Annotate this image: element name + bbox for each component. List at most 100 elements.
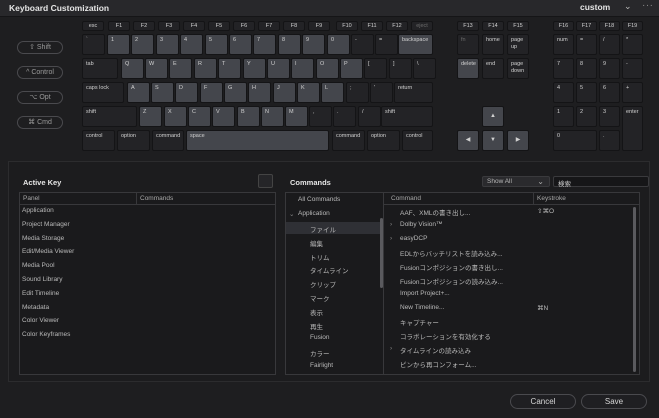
key-m[interactable]: M: [285, 106, 308, 127]
key-o[interactable]: O: [316, 58, 339, 79]
key-f7[interactable]: F7: [258, 21, 280, 31]
key-k[interactable]: K: [297, 82, 320, 103]
tree-item[interactable]: ファイル: [286, 222, 380, 234]
command-row[interactable]: EDLからバッチリストを読み込み...: [400, 248, 503, 258]
key-7[interactable]: 7: [253, 34, 276, 55]
tree-item[interactable]: Fairlight: [286, 360, 380, 372]
key-sym[interactable]: \: [413, 58, 436, 79]
key-f10[interactable]: F10: [336, 21, 358, 31]
key-option-left[interactable]: option: [117, 130, 150, 151]
key-5[interactable]: 5: [205, 34, 228, 55]
panel-row[interactable]: Color Keyframes: [22, 331, 70, 338]
key-sym[interactable]: /: [358, 106, 381, 127]
chevron-down-icon[interactable]: ⌄: [624, 1, 632, 12]
key-f8[interactable]: F8: [283, 21, 305, 31]
show-all-dropdown[interactable]: Show All ⌄: [482, 176, 550, 187]
key-d[interactable]: D: [175, 82, 198, 103]
command-row[interactable]: ピンから再コンフォーム...: [400, 359, 477, 369]
key-f5[interactable]: F5: [208, 21, 230, 31]
key-3[interactable]: 3: [156, 34, 179, 55]
key-f13[interactable]: F13: [457, 21, 479, 31]
key-sym[interactable]: ': [370, 82, 393, 103]
key-space[interactable]: space: [186, 130, 329, 151]
panel-row[interactable]: Edit/Media Viewer: [22, 248, 74, 255]
key-f3[interactable]: F3: [158, 21, 180, 31]
modifier-button-cmd[interactable]: ⌘ Cmd: [17, 116, 63, 129]
panel-row[interactable]: Application: [22, 207, 54, 214]
key-home[interactable]: home: [482, 34, 504, 55]
key-f11[interactable]: F11: [361, 21, 383, 31]
key-eject[interactable]: eject: [411, 21, 433, 31]
numpad-key-3[interactable]: 3: [599, 106, 620, 127]
key-sym[interactable]: ,: [309, 106, 332, 127]
key-z[interactable]: Z: [139, 106, 162, 127]
numpad-key-8[interactable]: 8: [576, 58, 597, 79]
key-command-right[interactable]: command: [332, 130, 365, 151]
key-q[interactable]: Q: [121, 58, 144, 79]
numpad-key-2[interactable]: 2: [576, 106, 597, 127]
key-v[interactable]: V: [212, 106, 235, 127]
chevron-right-icon[interactable]: ›: [390, 345, 392, 352]
panel-row[interactable]: Edit Timeline: [22, 290, 59, 297]
key-h[interactable]: H: [248, 82, 271, 103]
save-button[interactable]: Save: [581, 394, 647, 409]
key-i[interactable]: I: [291, 58, 314, 79]
key-fn[interactable]: fn: [457, 34, 479, 55]
key-t[interactable]: T: [218, 58, 241, 79]
cancel-button[interactable]: Cancel: [510, 394, 576, 409]
numpad-key-enter[interactable]: enter: [622, 106, 643, 151]
key-r[interactable]: R: [194, 58, 217, 79]
key-sym[interactable]: -: [351, 34, 374, 55]
key-x[interactable]: X: [164, 106, 187, 127]
command-row[interactable]: New Timeline...: [400, 304, 444, 311]
numpad-key-period[interactable]: .: [599, 130, 620, 151]
numpad-key-6[interactable]: 6: [599, 82, 620, 103]
numpad-key-1[interactable]: 1: [553, 106, 574, 127]
key-1[interactable]: 1: [107, 34, 130, 55]
commands-scrollbar[interactable]: [633, 207, 636, 372]
key-6[interactable]: 6: [229, 34, 252, 55]
tree-item[interactable]: カラー: [286, 346, 380, 358]
tree-item[interactable]: タイムライン: [286, 263, 380, 275]
command-row[interactable]: キャプチャー: [400, 317, 439, 327]
numpad-key-0[interactable]: 0: [553, 130, 597, 151]
numpad-key-sym[interactable]: -: [622, 58, 643, 79]
modifier-button-control[interactable]: ^ Control: [17, 66, 63, 79]
key-page-up[interactable]: page up: [507, 34, 529, 55]
command-row[interactable]: タイムラインの読み込み: [400, 345, 471, 355]
panel-row[interactable]: Sound Library: [22, 276, 62, 283]
numpad-key-num[interactable]: num: [553, 34, 574, 55]
key-sym[interactable]: .: [333, 106, 356, 127]
tree-item[interactable]: 編集: [286, 236, 380, 248]
key-delete[interactable]: delete: [457, 58, 479, 79]
chevron-right-icon[interactable]: ›: [390, 235, 392, 242]
key-control-left[interactable]: control: [82, 130, 115, 151]
key-f19[interactable]: F19: [622, 21, 643, 31]
key-backspace[interactable]: backspace: [398, 34, 433, 55]
numpad-key-sym[interactable]: /: [599, 34, 620, 55]
key-option-right[interactable]: option: [367, 130, 400, 151]
key-f14[interactable]: F14: [482, 21, 504, 31]
chevron-down-icon[interactable]: ⌄: [289, 210, 294, 218]
command-row[interactable]: Dolby Vision™: [400, 221, 443, 228]
key-f17[interactable]: F17: [576, 21, 597, 31]
panel-row[interactable]: Media Storage: [22, 235, 64, 242]
key-f15[interactable]: F15: [507, 21, 529, 31]
key-f[interactable]: F: [200, 82, 223, 103]
modifier-button-opt[interactable]: ⌥ Opt: [17, 91, 63, 104]
key-f12[interactable]: F12: [386, 21, 408, 31]
key-9[interactable]: 9: [302, 34, 325, 55]
tree-scrollbar[interactable]: [380, 218, 383, 288]
key-f16[interactable]: F16: [553, 21, 574, 31]
panel-row[interactable]: Project Manager: [22, 221, 70, 228]
key-command-left[interactable]: command: [152, 130, 184, 151]
key-g[interactable]: G: [224, 82, 247, 103]
command-row[interactable]: コラボレーションを有効化する: [400, 331, 491, 341]
key-f2[interactable]: F2: [133, 21, 155, 31]
command-row[interactable]: AAF、XMLの書き出し...: [400, 207, 470, 217]
key-tab[interactable]: tab: [82, 58, 118, 79]
key-j[interactable]: J: [273, 82, 296, 103]
tree-item[interactable]: Fusion: [286, 332, 380, 344]
tree-item[interactable]: クリップ: [286, 277, 380, 289]
preset-selector[interactable]: custom: [580, 2, 610, 12]
